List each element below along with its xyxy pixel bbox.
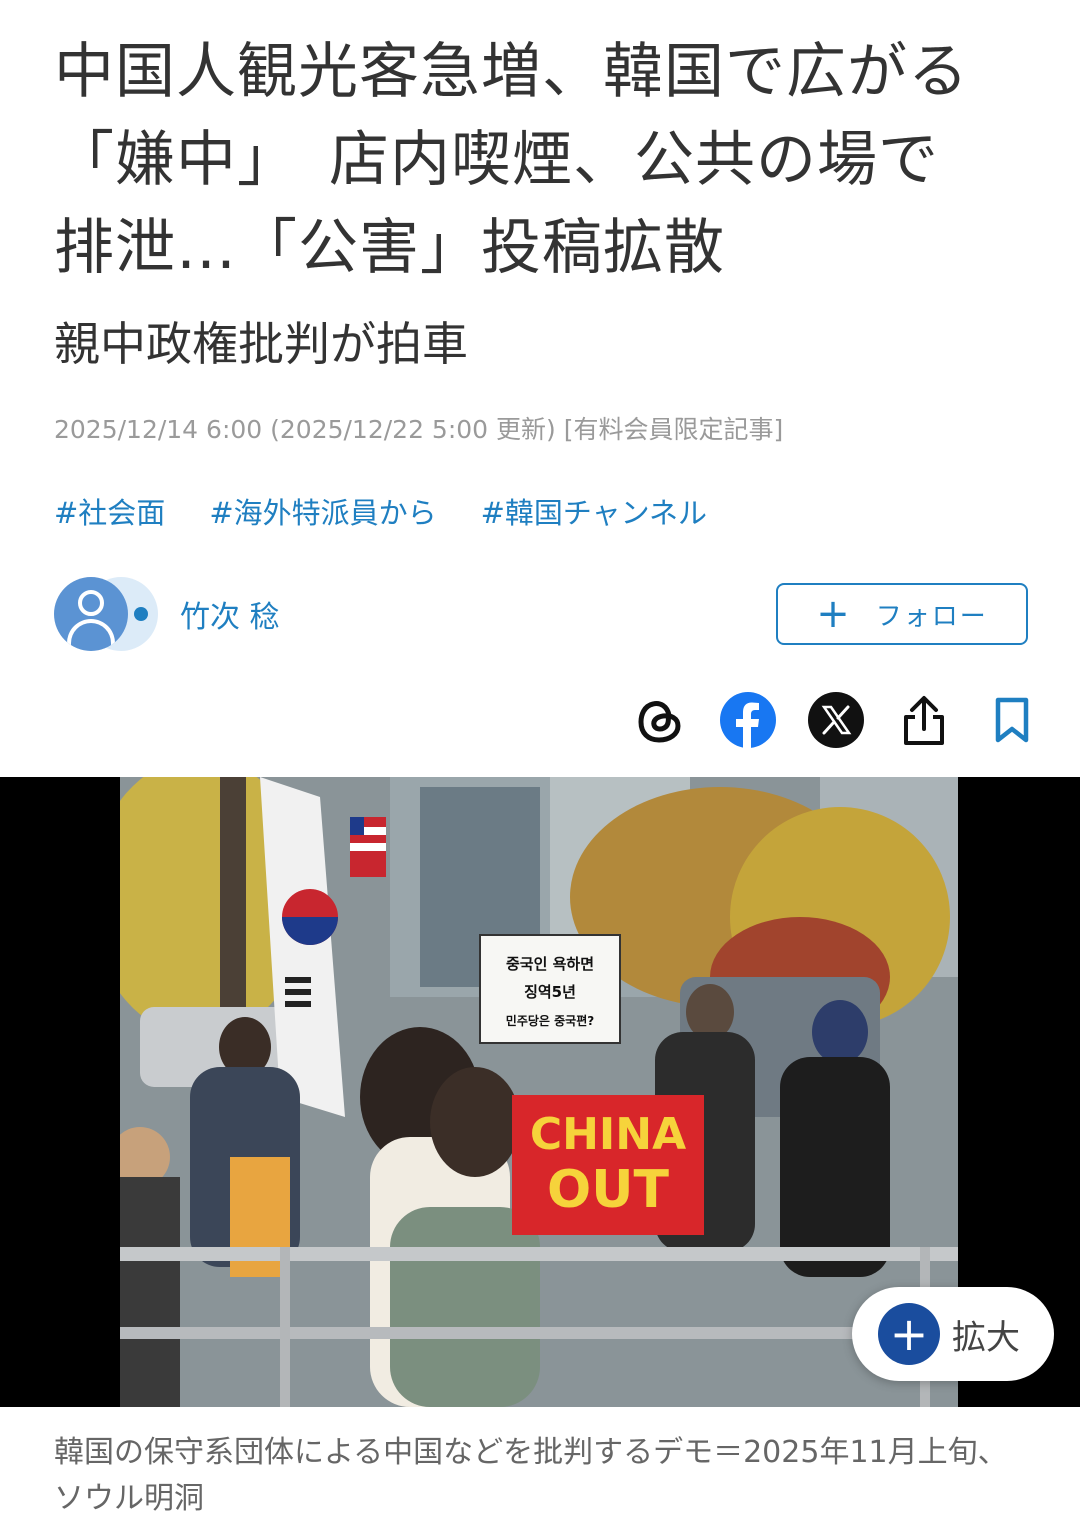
- avatar-user-icon: [54, 577, 128, 651]
- photo-caption: 韓国の保守系団体による中国などを批判するデモ＝2025年11月上旬、ソウル明洞: [54, 1435, 1008, 1516]
- bookmark-icon[interactable]: [982, 690, 1042, 750]
- tag-list: #社会面 #海外特派員から #韓国チャンネル: [54, 490, 707, 532]
- share-toolbar: [630, 690, 1042, 750]
- korean-sign-line: 징역5년: [524, 983, 576, 1001]
- headline-line: 中国人観光客急増、韓国で広がる: [54, 37, 969, 107]
- threads-icon[interactable]: [630, 690, 690, 750]
- headline-line: 排泄…「公害」投稿拡散: [54, 213, 725, 283]
- follow-button-label: フォロー: [875, 601, 988, 632]
- article-subheadline: 親中政権批判が拍車: [54, 317, 468, 371]
- article-dateline: 2025/12/14 6:00 (2025/12/22 5:00 更新) [有料…: [54, 415, 784, 444]
- tag-link[interactable]: #海外特派員から: [209, 490, 436, 532]
- x-icon[interactable]: [806, 690, 866, 750]
- red-sign-line: CHINA: [530, 1109, 686, 1160]
- avatar[interactable]: [54, 577, 158, 651]
- avatar-body: [67, 619, 115, 651]
- plus-icon: +: [816, 591, 850, 637]
- avatar-head: [78, 590, 104, 616]
- author-row[interactable]: 竹次 稔: [54, 577, 280, 651]
- zoom-button[interactable]: + 拡大: [852, 1287, 1054, 1381]
- headline-line: 「嫌中」 店内喫煙、公共の場で: [54, 125, 939, 195]
- article-headline: 中国人観光客急増、韓国で広がる 「嫌中」 店内喫煙、公共の場で 排泄…「公害」投…: [54, 28, 1044, 292]
- red-sign-line: OUT: [547, 1160, 669, 1220]
- article-photo[interactable]: 중국인 욕하면 징역5년 민주당은 중국편? CHINA OUT: [120, 777, 958, 1407]
- tag-link[interactable]: #社会面: [54, 490, 165, 532]
- follow-button[interactable]: + フォロー: [776, 583, 1028, 645]
- tag-link[interactable]: #韓国チャンネル: [481, 490, 707, 532]
- korean-sign-line: 중국인 욕하면: [506, 955, 594, 973]
- avatar-status-dot: [134, 607, 148, 621]
- share-icon[interactable]: [894, 690, 954, 750]
- photo-scene: 중국인 욕하면 징역5년 민주당은 중국편? CHINA OUT: [120, 777, 958, 1407]
- zoom-button-label: 拡大: [952, 1317, 1020, 1358]
- author-name[interactable]: 竹次 稔: [180, 592, 280, 636]
- plus-icon: +: [878, 1303, 940, 1365]
- korean-sign-line: 민주당은 중국편?: [506, 1013, 594, 1028]
- facebook-icon[interactable]: [718, 690, 778, 750]
